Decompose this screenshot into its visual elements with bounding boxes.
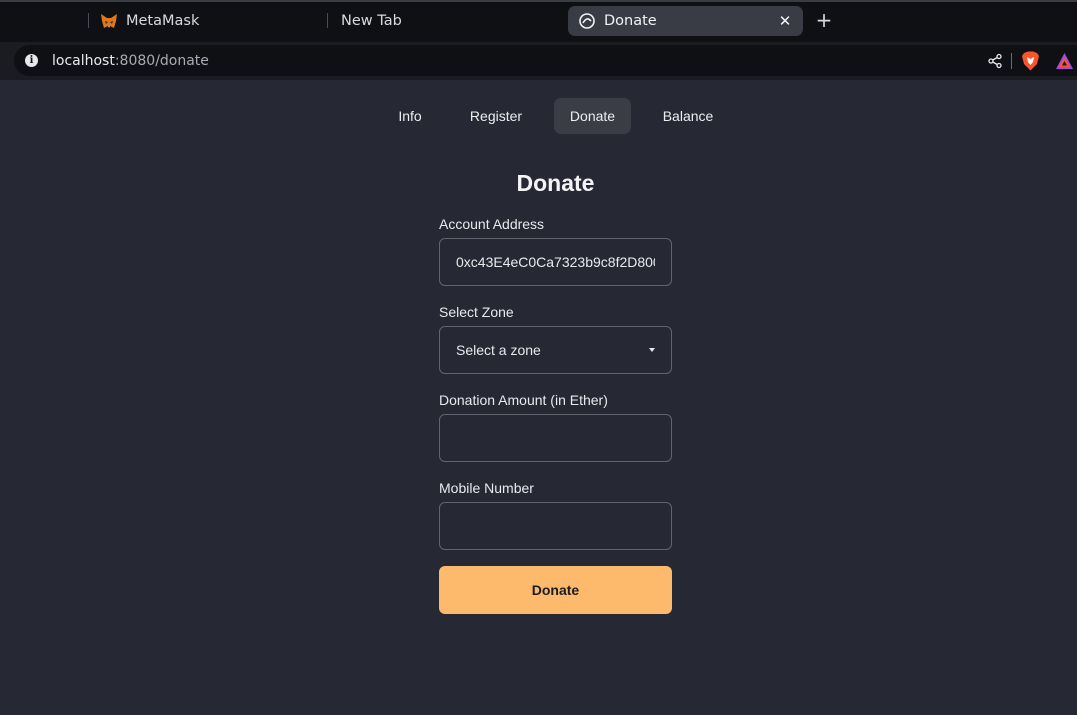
tab-donate[interactable]: Donate ✕	[568, 6, 803, 36]
donation-amount-label: Donation Amount (in Ether)	[439, 392, 608, 408]
brave-shields-icon[interactable]	[1021, 51, 1040, 71]
tab-separator	[327, 13, 328, 28]
metamask-fox-icon	[100, 12, 118, 30]
toolbar-divider	[1011, 53, 1012, 69]
zone-select-value: Select a zone	[456, 342, 541, 358]
account-address-label: Account Address	[439, 216, 545, 232]
nav-balance[interactable]: Balance	[648, 98, 728, 134]
nav-register[interactable]: Register	[456, 98, 536, 134]
zone-select[interactable]: Select a zone	[439, 326, 672, 374]
site-info-icon[interactable]: i	[25, 54, 38, 67]
page-title: Donate	[516, 170, 595, 196]
browser-tab-strip: MetaMask New Tab Donate ✕ +	[0, 0, 1077, 42]
address-bar[interactable]: i localhost:8080/donate	[14, 45, 1077, 76]
mobile-number-label: Mobile Number	[439, 480, 534, 496]
account-address-input[interactable]	[439, 238, 672, 286]
url-text[interactable]: localhost:8080/donate	[52, 53, 209, 69]
tab-metamask[interactable]: MetaMask	[100, 6, 199, 36]
zone-label: Select Zone	[439, 304, 514, 320]
browser-toolbar: i localhost:8080/donate	[0, 42, 1077, 80]
donation-amount-input[interactable]	[439, 414, 672, 462]
close-icon[interactable]: ✕	[777, 13, 793, 29]
mobile-number-input[interactable]	[439, 502, 672, 550]
tab-separator	[88, 13, 89, 28]
url-host: localhost	[52, 52, 115, 69]
new-tab-button[interactable]: +	[814, 9, 834, 31]
nav-donate[interactable]: Donate	[554, 98, 631, 134]
url-path: :8080/donate	[114, 52, 209, 69]
brave-rewards-icon[interactable]	[1055, 52, 1074, 70]
caret-down-icon	[649, 348, 655, 352]
donate-button[interactable]: Donate	[439, 566, 672, 614]
site-favicon	[578, 12, 596, 30]
page-nav: Info Register Donate Balance	[0, 98, 1077, 134]
nav-info[interactable]: Info	[386, 98, 434, 134]
tab-title: Donate	[604, 13, 657, 29]
tab-new-tab[interactable]: New Tab	[341, 6, 402, 36]
tab-title: MetaMask	[126, 13, 200, 29]
share-icon[interactable]	[987, 53, 1003, 69]
tab-title: New Tab	[341, 13, 402, 29]
